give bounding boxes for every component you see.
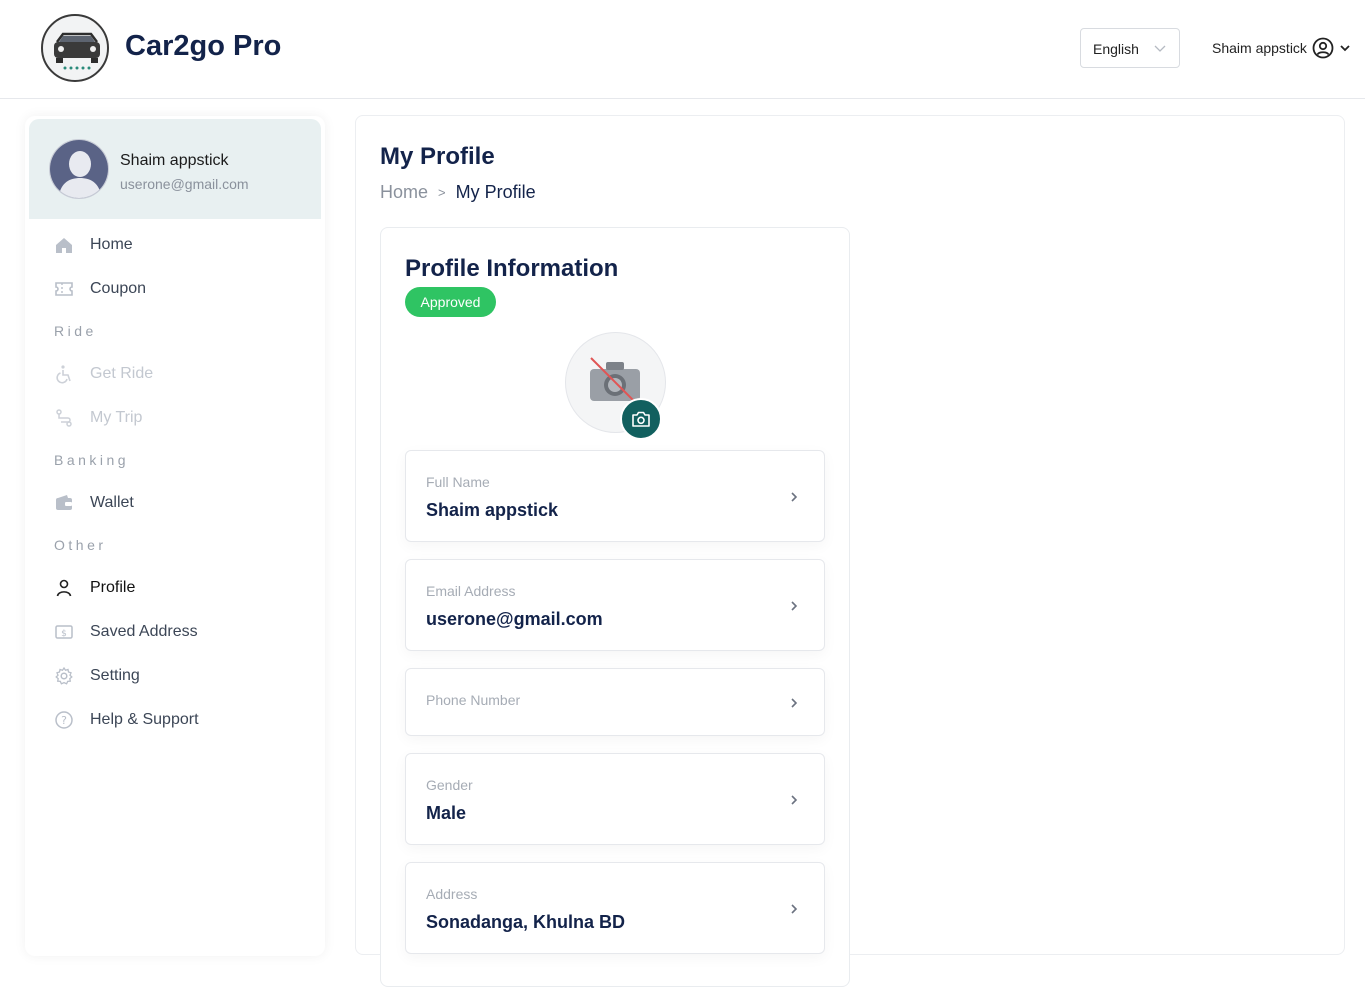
change-photo-button[interactable] — [620, 398, 662, 440]
sidebar-user-name: Shaim appstick — [120, 152, 229, 169]
avatar-silhouette-icon — [50, 140, 108, 198]
svg-text:?: ? — [61, 714, 67, 727]
full-name-field[interactable]: Full Name Shaim appstick — [405, 450, 825, 542]
chevron-right-icon — [791, 698, 798, 708]
sidebar-user-card[interactable]: Shaim appstick userone@gmail.com — [29, 119, 321, 219]
sidebar-section-other: Other — [54, 537, 107, 553]
field-value: Sonadanga, Khulna BD — [426, 912, 626, 932]
chevron-right-icon — [791, 601, 798, 611]
sidebar-item-profile[interactable]: Profile — [54, 576, 135, 600]
chevron-down-icon — [1340, 45, 1350, 52]
top-header: Car2go Pro English Shaim appstick — [0, 0, 1365, 99]
sidebar-user-email: userone@gmail.com — [120, 176, 249, 192]
user-icon — [54, 578, 74, 598]
car-logo-icon — [54, 32, 100, 70]
chevron-down-icon — [1154, 45, 1166, 52]
sidebar-item-label: Coupon — [90, 280, 147, 297]
route-icon — [54, 408, 74, 428]
ticket-icon — [54, 279, 74, 299]
dollar-card-icon: $ — [54, 622, 74, 642]
sidebar-item-label: Help & Support — [90, 711, 199, 728]
email-address-field[interactable]: Email Address userone@gmail.com — [405, 559, 825, 651]
sidebar-item-coupon[interactable]: Coupon — [54, 277, 146, 301]
sidebar-item-label: Saved Address — [90, 623, 198, 640]
chevron-right-icon — [791, 795, 798, 805]
sidebar-item-saved-address[interactable]: $ Saved Address — [54, 620, 198, 644]
sidebar-item-help-support[interactable]: ? Help & Support — [54, 708, 199, 732]
user-menu-name: Shaim appstick — [1212, 40, 1307, 56]
page-title: My Profile — [380, 143, 495, 170]
field-label: Email Address — [426, 583, 516, 599]
breadcrumb: Home > My Profile — [380, 182, 536, 203]
brand-name[interactable]: Car2go Pro — [125, 30, 281, 63]
sidebar-item-label: Home — [90, 236, 133, 253]
panel-title: Profile Information — [405, 255, 619, 282]
help-circle-icon: ? — [54, 710, 74, 730]
sidebar-item-label: Profile — [90, 579, 136, 596]
wallet-icon — [54, 493, 74, 513]
status-badge: Approved — [405, 287, 496, 317]
sidebar: Shaim appstick userone@gmail.com Home Co… — [25, 116, 325, 956]
sidebar-section-banking: Banking — [54, 452, 130, 468]
svg-text:$: $ — [61, 629, 67, 639]
chevron-right-icon — [791, 492, 798, 502]
breadcrumb-home-link[interactable]: Home — [380, 182, 428, 203]
sidebar-item-wallet[interactable]: Wallet — [54, 491, 134, 515]
field-label: Gender — [426, 777, 473, 793]
sidebar-item-my-trip[interactable]: My Trip — [54, 406, 142, 430]
avatar — [49, 139, 109, 199]
sidebar-item-home[interactable]: Home — [54, 233, 133, 257]
breadcrumb-separator: > — [438, 185, 446, 200]
main-content: My Profile Home > My Profile Profile Inf… — [355, 115, 1345, 987]
field-label: Address — [426, 886, 478, 902]
chevron-right-icon — [791, 904, 798, 914]
field-label: Full Name — [426, 474, 490, 490]
field-value: Male — [426, 803, 467, 823]
profile-information-panel: Profile Information Approved Full Name S… — [380, 227, 850, 987]
sidebar-item-label: Setting — [90, 667, 140, 684]
gender-field[interactable]: Gender Male — [405, 753, 825, 845]
field-label: Phone Number — [426, 692, 521, 708]
field-value: Shaim appstick — [426, 500, 559, 520]
user-menu[interactable]: Shaim appstick — [1212, 34, 1351, 62]
brand-logo[interactable] — [41, 14, 109, 82]
sidebar-item-label: My Trip — [90, 409, 143, 426]
user-circle-icon — [1312, 37, 1334, 59]
language-select-value: English — [1093, 41, 1139, 57]
language-select[interactable]: English — [1080, 28, 1180, 68]
accessibility-icon — [54, 364, 74, 384]
camera-icon — [632, 411, 650, 427]
sidebar-item-label: Get Ride — [90, 365, 154, 382]
sidebar-item-label: Wallet — [90, 494, 134, 511]
sidebar-section-ride: Ride — [54, 323, 97, 339]
sidebar-item-get-ride[interactable]: Get Ride — [54, 362, 153, 386]
breadcrumb-current: My Profile — [455, 182, 536, 202]
home-icon — [54, 235, 74, 255]
address-field[interactable]: Address Sonadanga, Khulna BD — [405, 862, 825, 954]
sidebar-item-setting[interactable]: Setting — [54, 664, 140, 688]
field-value: userone@gmail.com — [426, 609, 603, 629]
phone-number-field[interactable]: Phone Number — [405, 668, 825, 736]
gear-icon — [54, 666, 74, 686]
